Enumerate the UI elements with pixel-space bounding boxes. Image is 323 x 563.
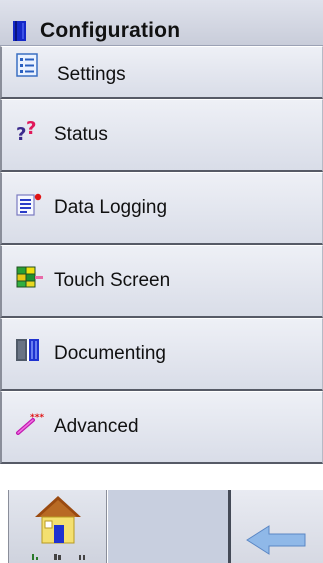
home-button[interactable] bbox=[8, 490, 107, 563]
menu-item-label: Status bbox=[54, 124, 108, 145]
empty-panel bbox=[108, 490, 228, 563]
menu-item-documenting[interactable]: Documenting bbox=[0, 318, 323, 391]
menu-item-label: Data Logging bbox=[54, 197, 168, 218]
settings-list-icon bbox=[16, 53, 38, 77]
svg-text:***: *** bbox=[30, 413, 44, 423]
svg-text:?: ? bbox=[26, 119, 36, 139]
menu-item-data-logging[interactable]: Data Logging bbox=[0, 172, 323, 245]
config-menu: Settings ? ? Status Data Logging Touch S… bbox=[0, 46, 323, 464]
back-arrow-icon bbox=[246, 525, 306, 555]
menu-item-settings[interactable]: Settings bbox=[0, 46, 323, 99]
back-button[interactable] bbox=[231, 490, 323, 563]
menu-item-label: Settings bbox=[57, 64, 126, 85]
title-bar: Configuration bbox=[0, 0, 323, 46]
page-title: Configuration bbox=[40, 19, 181, 42]
menu-item-status[interactable]: ? ? Status bbox=[0, 99, 323, 172]
menu-item-advanced[interactable]: *** Advanced bbox=[0, 391, 323, 464]
question-marks-icon: ? ? bbox=[16, 119, 36, 143]
book-icon bbox=[13, 21, 26, 41]
svg-text:?: ? bbox=[16, 124, 26, 143]
menu-item-label: Documenting bbox=[54, 343, 166, 364]
data-logging-icon bbox=[16, 193, 42, 216]
bottom-toolbar bbox=[0, 486, 323, 563]
touch-grid-icon bbox=[16, 266, 43, 288]
magic-wand-icon: *** bbox=[16, 413, 44, 435]
menu-item-touch-screen[interactable]: Touch Screen bbox=[0, 245, 323, 318]
documenting-icon bbox=[16, 339, 39, 361]
home-icon bbox=[32, 496, 85, 560]
menu-item-label: Advanced bbox=[54, 416, 139, 437]
menu-item-label: Touch Screen bbox=[54, 270, 171, 291]
